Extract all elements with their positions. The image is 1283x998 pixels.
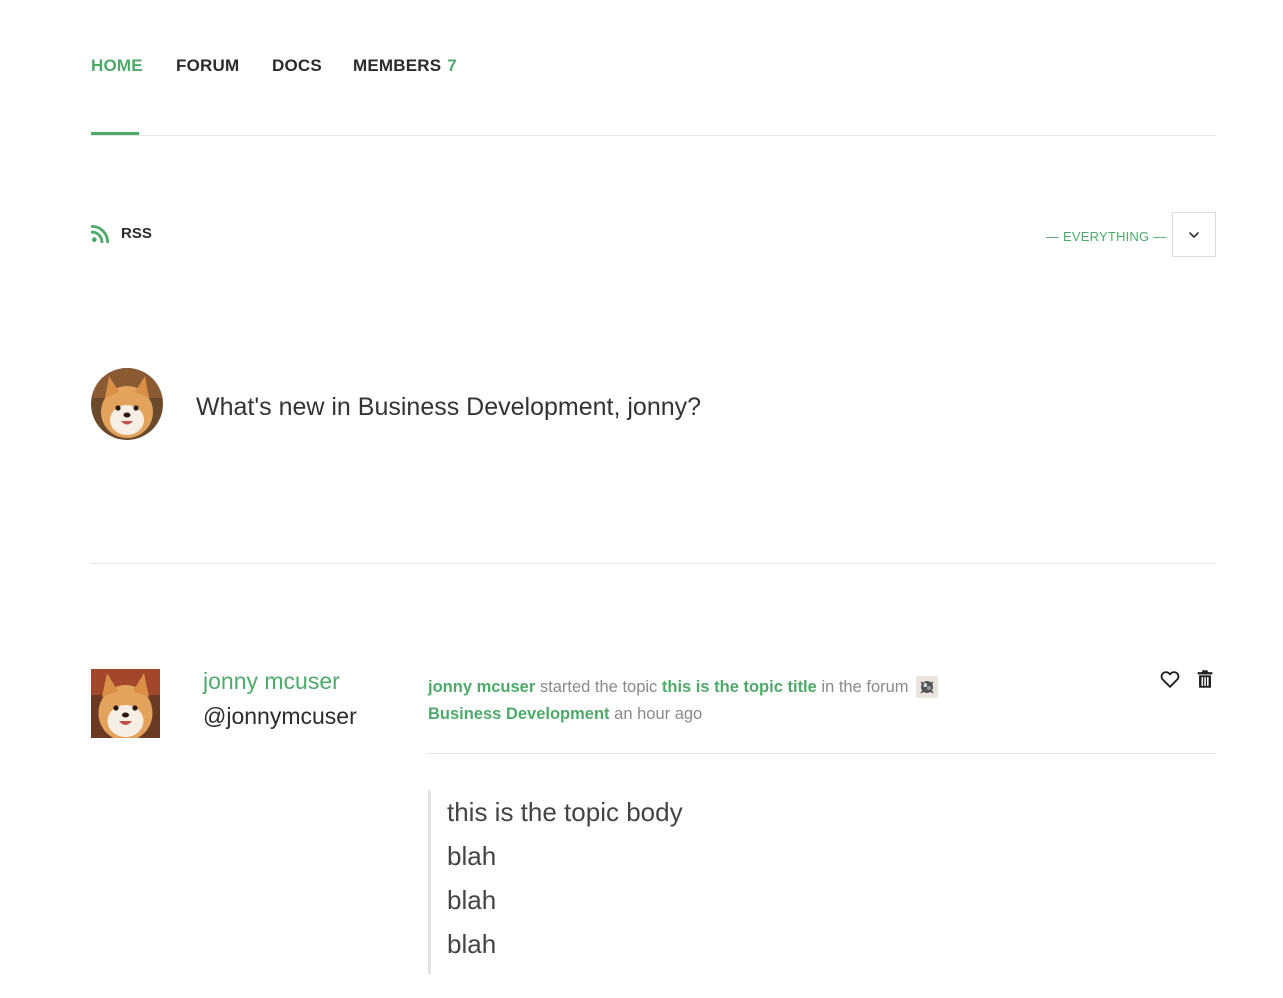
rss-label: RSS — [121, 225, 152, 242]
activity-filter-label[interactable]: — EVERYTHING — — [1046, 229, 1166, 244]
content-line: blah — [447, 929, 497, 959]
rss-link[interactable]: RSS — [91, 224, 152, 243]
nav-members-label: MEMBERS — [353, 56, 442, 75]
shiba-avatar-image — [91, 669, 160, 738]
forum-avatar-image — [920, 681, 934, 694]
nav-docs[interactable]: DOCS — [272, 56, 322, 76]
actor-link[interactable]: jonny mcuser — [428, 678, 535, 696]
nav-members[interactable]: MEMBERS 7 — [353, 56, 457, 76]
active-tab-indicator — [91, 132, 139, 135]
chevron-down-icon — [1189, 231, 1199, 238]
avatar[interactable] — [91, 669, 160, 738]
heart-icon[interactable] — [1159, 668, 1181, 690]
user-display-name[interactable]: jonny mcuser — [203, 668, 340, 695]
content-line: blah — [447, 841, 497, 871]
content-line: this is the topic body — [447, 797, 683, 827]
avatar[interactable] — [91, 368, 163, 440]
forum-avatar[interactable] — [916, 676, 939, 698]
whats-new-prompt[interactable]: What's new in Business Development, jonn… — [196, 393, 701, 422]
activity-filter-dropdown[interactable] — [1172, 212, 1216, 257]
trash-icon[interactable] — [1194, 668, 1216, 690]
action-verb: started the topic — [539, 678, 658, 696]
activity-action: jonny mcuser started the topic this is t… — [428, 674, 958, 728]
topic-title-link[interactable]: this is the topic title — [662, 678, 817, 696]
group-nav: HOME FORUM DOCS MEMBERS 7 — [91, 0, 1216, 136]
activity-time[interactable]: an hour ago — [614, 705, 702, 723]
shiba-avatar-image — [91, 368, 163, 440]
divider — [428, 753, 1216, 754]
rss-icon — [91, 224, 110, 243]
activity-content: this is the topic body blah blah blah — [428, 790, 683, 974]
content-line: blah — [447, 885, 497, 915]
activity-actions — [1159, 668, 1216, 690]
action-preposition: in the forum — [821, 678, 909, 696]
nav-forum[interactable]: FORUM — [176, 56, 239, 76]
user-handle: @jonnymcuser — [203, 703, 357, 729]
forum-link[interactable]: Business Development — [428, 705, 610, 723]
nav-home[interactable]: HOME — [91, 56, 143, 76]
members-count-badge: 7 — [447, 56, 457, 75]
divider — [91, 563, 1216, 564]
